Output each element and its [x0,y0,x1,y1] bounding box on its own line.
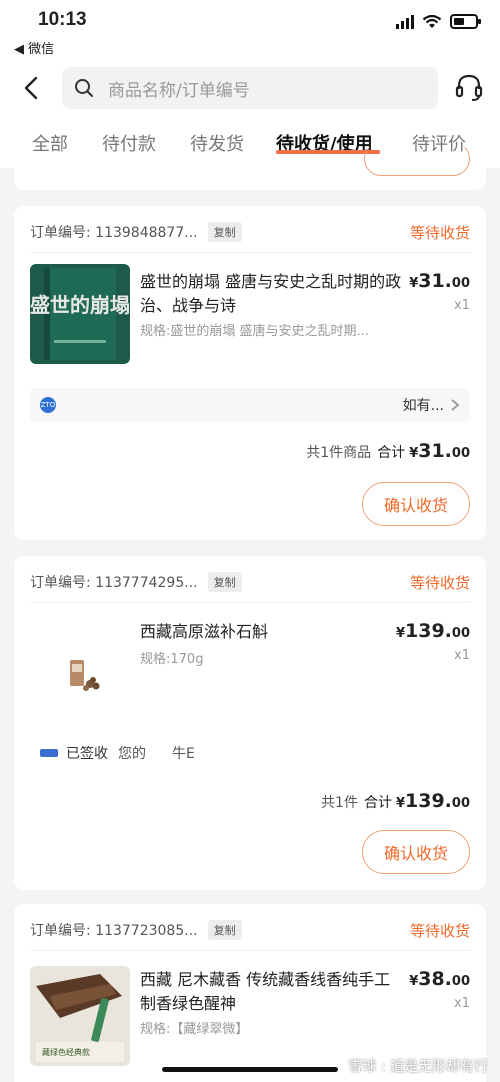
total-amount: ¥139.00 [396,790,470,812]
price-currency: ¥ [409,974,419,989]
price-integer: 38. [418,968,452,990]
search-placeholder: 商品名称/订单编号 [108,80,250,101]
search-input[interactable]: 商品名称/订单编号 [62,67,438,109]
dendrobium-product-image [70,660,100,691]
order-number: 订单编号: 1137774295... [30,575,198,591]
divider [30,602,470,603]
confirm-receipt-button[interactable]: 确认收货 [362,482,470,526]
product-title[interactable]: 盛世的崩塌 盛唐与安史之乱时期的政治、战争与诗 [140,270,406,318]
order-summary: 共1件 合计 ¥139.00 [321,790,470,812]
confirm-receipt-button[interactable]: 确认收货 [362,830,470,874]
copy-order-number-button[interactable]: 复制 [207,920,242,940]
total-label: 合计 [363,795,392,811]
order-number: 订单编号: 1139848877... [30,225,198,241]
item-count: 共1件商品 [306,445,372,461]
total-integer: 31. [418,440,452,462]
logistics-text: 如有... [402,398,444,414]
confirm-receipt-button-partial[interactable] [364,142,470,176]
order-status: 等待收货 [409,223,470,242]
courier-logo-icon: ZTO [40,397,56,413]
incense-product-image: 藏绿色经典款 [36,974,124,1062]
order-status: 等待收货 [409,573,470,592]
total-currency: ¥ [409,446,419,461]
search-icon [75,79,93,97]
status-time: 10:13 [38,9,87,30]
order-card: 订单编号: 1139848877... 复制 等待收货 盛世的崩塌 盛世的崩塌 … [14,206,486,540]
divider [30,950,470,951]
signal-icon [396,14,414,29]
status-icons [396,14,481,29]
incense-caption: 藏绿色经典款 [42,1047,90,1057]
price-decimal: 00 [451,276,470,291]
total-label: 合计 [377,445,406,461]
logistics-bar[interactable]: ZTO 如有... [30,388,470,422]
watermark-text: 雪球 : 道是无形却有行 [348,1059,488,1075]
back-to-wechat-link[interactable]: ◀ 微信 [14,38,54,57]
product-image[interactable]: 藏绿色经典款 [30,966,130,1066]
product-quantity: x1 [454,996,470,1011]
courier-logo-icon [40,749,58,757]
price-decimal: 00 [451,626,470,641]
tab-pending-payment[interactable]: 待付款 [102,130,156,156]
back-arrow-icon[interactable] [18,74,44,102]
logistics-status: 已签收 [66,746,108,762]
status-bar: 10:13 ◀ 微信 [0,0,500,60]
customer-service-icon[interactable] [454,72,484,102]
product-spec: 规格:盛世的崩塌 盛唐与安史之乱时期... [140,324,369,339]
item-count: 共1件 [321,795,358,811]
watermark: 雪球 : 道是无形却有行 [348,1056,488,1076]
price-currency: ¥ [395,626,406,641]
tab-pending-shipment[interactable]: 待发货 [190,130,244,156]
order-header: 订单编号: 1137723085... 复制 等待收货 [30,918,470,942]
logistics-text: 您的 [118,746,146,762]
product-title[interactable]: 西藏高原滋补石斛 [140,620,406,644]
order-status: 等待收货 [409,921,470,940]
price-currency: ¥ [409,276,419,291]
product-price: ¥38.00 [409,968,470,990]
product-price: ¥31.00 [409,270,470,292]
battery-icon [450,14,481,29]
price-integer: 31. [418,270,452,292]
order-number: 订单编号: 1137723085... [30,923,198,939]
total-currency: ¥ [395,796,406,811]
top-nav: 商品名称/订单编号 [0,60,500,116]
product-quantity: x1 [454,298,470,313]
tab-all[interactable]: 全部 [32,130,68,156]
product-image[interactable]: 盛世的崩塌 [30,264,130,364]
product-spec: 规格:170g [140,652,204,667]
product-price: ¥139.00 [396,620,470,642]
price-integer: 139. [405,620,452,642]
logistics-extra: 牛E [172,746,195,762]
price-decimal: 00 [451,974,470,989]
order-summary: 共1件商品 合计 ¥31.00 [306,440,470,462]
product-title[interactable]: 西藏 尼木藏香 传统藏香线香纯手工制香绿色醒神 [140,968,406,1016]
logistics-bar[interactable]: 已签收 您的 牛E [30,736,470,770]
product-spec: 规格:【藏绿翠微】 [140,1022,249,1037]
total-decimal: 00 [451,446,470,461]
order-header: 订单编号: 1139848877... 复制 等待收货 [30,220,470,244]
copy-order-number-button[interactable]: 复制 [207,222,242,242]
order-card: 订单编号: 1137774295... 复制 等待收货 西藏高原滋补石斛 规格:… [14,556,486,890]
total-decimal: 00 [451,796,470,811]
chevron-right-icon [451,399,460,411]
book-cover-image: 盛世的崩塌 [30,268,130,360]
product-image[interactable] [30,614,130,714]
total-amount: ¥31.00 [409,440,470,462]
home-indicator [162,1067,338,1072]
book-cover-title: 盛世的崩塌 [30,293,130,317]
divider [30,252,470,253]
order-card-partial [14,142,486,190]
order-header: 订单编号: 1137774295... 复制 等待收货 [30,570,470,594]
wifi-icon [422,14,442,28]
total-integer: 139. [405,790,452,812]
copy-order-number-button[interactable]: 复制 [207,572,242,592]
product-quantity: x1 [454,648,470,663]
